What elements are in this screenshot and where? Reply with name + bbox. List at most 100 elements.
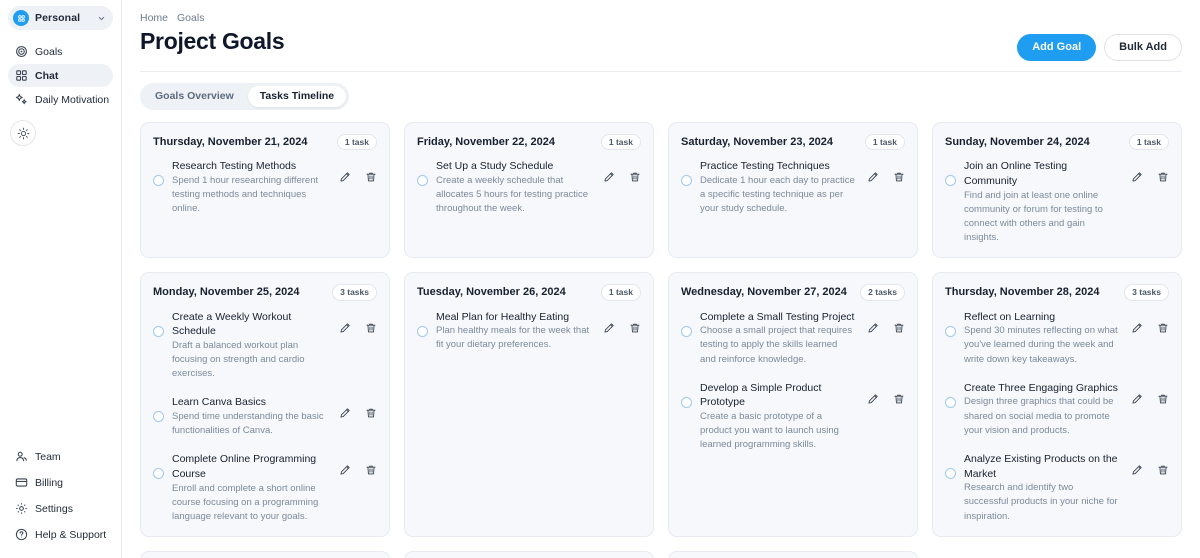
pencil-icon[interactable] (603, 171, 615, 183)
task-title: Research Testing Methods (172, 160, 297, 172)
task-checkbox[interactable] (681, 325, 692, 337)
trash-icon[interactable] (365, 407, 377, 419)
task-body: Join an Online Testing Community Find and… (964, 159, 1119, 245)
task-row: Complete Online Programming Course Enroll… (153, 452, 377, 524)
task-title: Reflect on Learning (964, 310, 1056, 323)
task-body: Set Up a Study Schedule Create a weekly s… (436, 159, 591, 216)
trash-icon[interactable] (365, 464, 377, 476)
chevron-down-icon[interactable] (97, 14, 106, 23)
sidebar-item-help-support[interactable]: Help & Support (8, 523, 113, 546)
pencil-icon[interactable] (1131, 322, 1143, 334)
bulk-add-button[interactable]: Bulk Add (1104, 34, 1182, 61)
breadcrumb-item-goals[interactable]: Goals (177, 12, 204, 24)
trash-icon[interactable] (1157, 171, 1169, 183)
day-card: Tuesday, November 26, 2024 1 task Meal Pla… (404, 272, 654, 538)
users-icon (15, 450, 28, 463)
workspace-name: Personal (35, 12, 81, 24)
task-body: Complete a Small Testing Project Choose a… (700, 310, 855, 367)
task-checkbox[interactable] (945, 467, 956, 479)
task-checkbox[interactable] (417, 325, 428, 337)
sparkles-icon (15, 93, 28, 106)
task-title: Develop a Simple Product Prototype (700, 381, 822, 409)
task-actions (1127, 310, 1169, 334)
task-checkbox[interactable] (153, 175, 164, 186)
trash-icon[interactable] (1157, 464, 1169, 476)
task-description: Design three graphics that could be shar… (964, 396, 1114, 436)
trash-icon[interactable] (893, 322, 905, 334)
pencil-icon[interactable] (339, 464, 351, 476)
day-card-header: Sunday, November 24, 2024 1 task (945, 133, 1169, 150)
task-count-badge: 2 tasks (860, 284, 905, 301)
sidebar-item-label: Goals (35, 45, 63, 58)
task-checkbox[interactable] (945, 396, 956, 408)
task-row: Practice Testing Techniques Dedicate 1 ho… (681, 159, 905, 216)
pencil-icon[interactable] (867, 322, 879, 334)
tab-goals-overview[interactable]: Goals Overview (143, 86, 246, 107)
task-checkbox[interactable] (153, 468, 164, 480)
day-card-header: Thursday, November 21, 2024 1 task (153, 133, 377, 150)
trash-icon[interactable] (629, 171, 641, 183)
task-description: Dedicate 1 hour each day to practice a s… (700, 174, 855, 214)
trash-icon[interactable] (365, 322, 377, 334)
task-checkbox[interactable] (153, 325, 164, 337)
day-date-label: Wednesday, November 27, 2024 (681, 286, 847, 299)
task-actions (863, 310, 905, 334)
task-description: Spend 30 minutes reflecting on what you'… (964, 325, 1118, 365)
task-actions (1127, 159, 1169, 183)
workspace-switcher[interactable]: Personal (8, 6, 113, 30)
task-row: Create Three Engaging Graphics Design thr… (945, 381, 1169, 438)
pencil-icon[interactable] (339, 407, 351, 419)
task-title: Create a Weekly Workout Schedule (172, 310, 292, 338)
task-checkbox[interactable] (417, 175, 428, 186)
pencil-icon[interactable] (1131, 464, 1143, 476)
day-card-header: Saturday, November 23, 2024 1 task (681, 133, 905, 150)
task-description: Find and join at least one online commun… (964, 189, 1103, 243)
trash-icon[interactable] (893, 171, 905, 183)
task-row: Complete a Small Testing Project Choose a… (681, 310, 905, 367)
task-description: Plan healthy meals for the week that fit… (436, 325, 590, 351)
task-row: Create a Weekly Workout Schedule Draft a … (153, 310, 377, 382)
task-title: Set Up a Study Schedule (436, 160, 554, 172)
tab-tasks-timeline[interactable]: Tasks Timeline (247, 86, 347, 107)
task-row: Research Testing Methods Spend 1 hour res… (153, 159, 377, 216)
trash-icon[interactable] (1157, 393, 1169, 405)
pencil-icon[interactable] (867, 393, 879, 405)
task-title: Join an Online Testing Community (964, 160, 1068, 187)
days-grid: Thursday, November 21, 2024 1 task Researc… (140, 121, 1182, 558)
task-checkbox[interactable] (681, 175, 692, 186)
task-checkbox[interactable] (681, 396, 692, 408)
day-card: Monday, November 25, 2024 3 tasks Create a… (140, 272, 390, 538)
task-description: Spend 1 hour researching different testi… (172, 174, 319, 214)
sidebar-item-chat[interactable]: Chat (8, 64, 113, 87)
task-title: Meal Plan for Healthy Eating (436, 310, 570, 323)
sidebar-item-billing[interactable]: Billing (8, 471, 113, 494)
main-content: Home Goals Project Goals Add Goal Bulk A… (122, 0, 1200, 558)
pencil-icon[interactable] (603, 322, 615, 334)
task-checkbox[interactable] (945, 175, 956, 186)
sidebar-item-daily-motivation[interactable]: Daily Motivation (8, 88, 113, 111)
task-actions (1127, 452, 1169, 476)
day-card-header: Tuesday, November 26, 2024 1 task (417, 284, 641, 301)
sidebar-item-settings[interactable]: Settings (8, 497, 113, 520)
pencil-icon[interactable] (339, 322, 351, 334)
grid-avatar-icon (13, 10, 29, 26)
task-count-badge: 1 task (600, 284, 641, 301)
trash-icon[interactable] (365, 171, 377, 183)
breadcrumb-item-home[interactable]: Home (140, 12, 168, 24)
task-checkbox[interactable] (153, 411, 164, 423)
trash-icon[interactable] (893, 393, 905, 405)
task-body: Develop a Simple Product Prototype Create… (700, 381, 855, 453)
theme-toggle-button[interactable] (10, 120, 36, 146)
trash-icon[interactable] (629, 322, 641, 334)
trash-icon[interactable] (1157, 322, 1169, 334)
sidebar-item-goals[interactable]: Goals (8, 40, 113, 63)
pencil-icon[interactable] (1131, 393, 1143, 405)
add-goal-button[interactable]: Add Goal (1017, 34, 1097, 61)
pencil-icon[interactable] (1131, 171, 1143, 183)
pencil-icon[interactable] (867, 171, 879, 183)
sidebar-item-team[interactable]: Team (8, 445, 113, 468)
task-checkbox[interactable] (945, 325, 956, 337)
pencil-icon[interactable] (339, 171, 351, 183)
task-row: Learn Canva Basics Spend time understandi… (153, 395, 377, 438)
